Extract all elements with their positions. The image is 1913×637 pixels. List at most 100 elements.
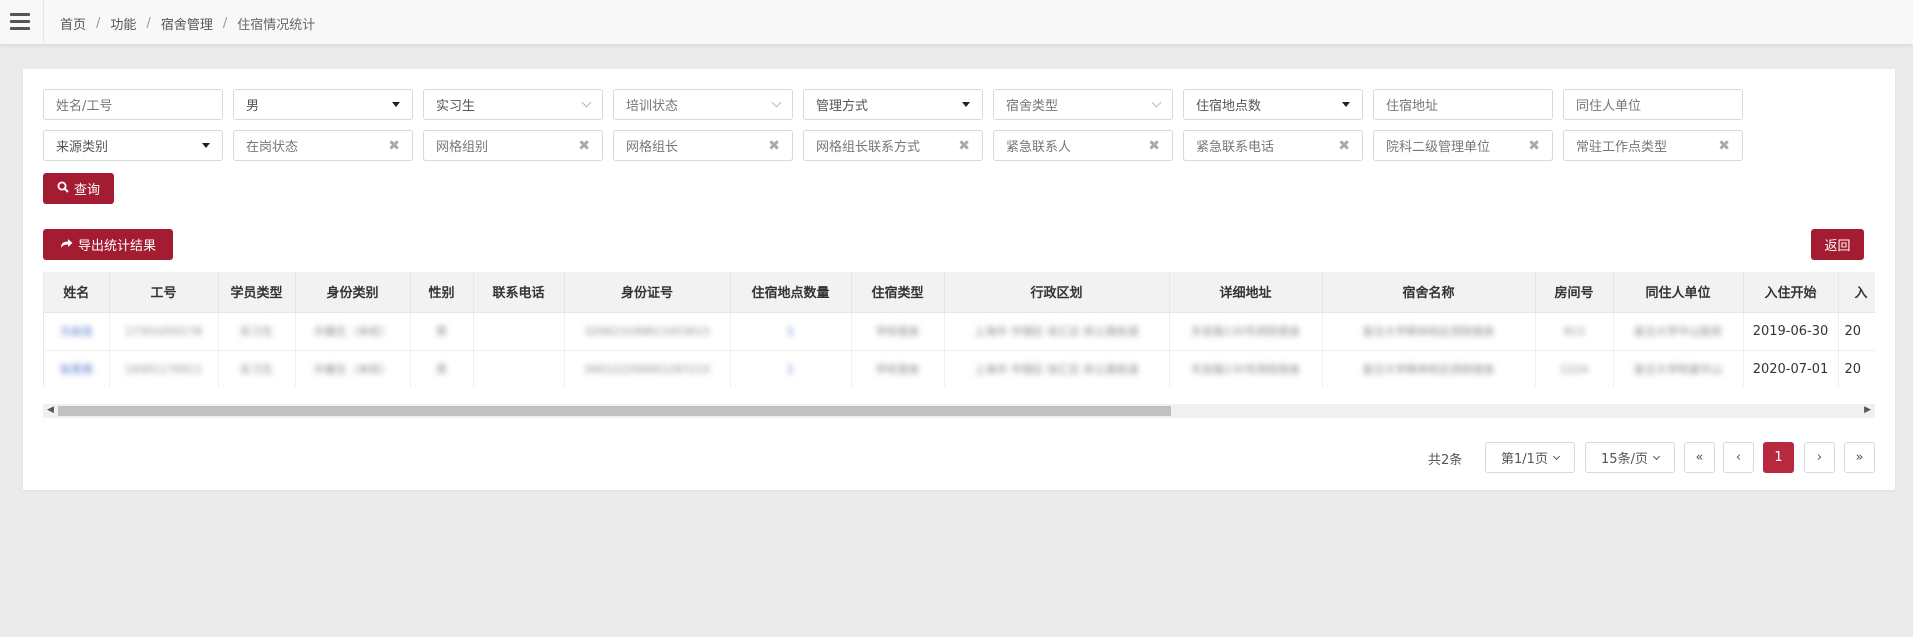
column-header[interactable]: 行政区划	[944, 272, 1170, 313]
back-button[interactable]: 返回	[1811, 229, 1864, 260]
table-cell: 上海市 市辖区 徐汇区 斜土路街道	[974, 363, 1139, 376]
column-header[interactable]: 身份证号	[564, 272, 731, 313]
column-header[interactable]: 学员类型	[218, 272, 296, 313]
breadcrumb-separator: /	[96, 16, 101, 31]
table-cell: 2019-06-30	[1752, 323, 1829, 339]
close-icon[interactable]: ✖	[958, 138, 970, 154]
page-select[interactable]: 第1/1页	[1485, 442, 1575, 473]
table-cell: 复旦大学枫林校区西院宿舍	[1362, 363, 1495, 376]
chevron-down-icon	[1342, 102, 1350, 107]
grid-leader-select[interactable]: 网格组长 ✖	[613, 130, 793, 161]
column-header[interactable]: 住宿类型	[851, 272, 945, 313]
grid-group-select[interactable]: 网格组别 ✖	[423, 130, 603, 161]
table-row: 方启佳 17301050178 实习生 外籍生（本校） 男 3206231998…	[44, 312, 1875, 351]
table-cell: 复旦大学中山医院	[1634, 325, 1722, 338]
dorm-count-link[interactable]: 1	[787, 325, 794, 338]
divider	[43, 0, 44, 45]
next-page-button[interactable]: ›	[1804, 442, 1835, 473]
table-header-row: 姓名 工号 学员类型 身份类别 性别 联系电话 身份证号 住宿地点数量 住宿类型…	[44, 272, 1875, 313]
first-page-button[interactable]: «	[1684, 442, 1715, 473]
training-status-select[interactable]: 培训状态	[613, 89, 793, 120]
name-input[interactable]: 姓名/工号	[43, 89, 223, 120]
page-1-button[interactable]: 1	[1763, 442, 1794, 473]
dorm-count-link[interactable]: 1	[787, 363, 794, 376]
last-page-button[interactable]: »	[1844, 442, 1875, 473]
column-header[interactable]: 工号	[109, 272, 219, 313]
column-header[interactable]: 入	[1838, 272, 1875, 313]
table-cell: 外籍生（本校）	[314, 325, 391, 338]
table-row: 张思雨 19301170011 实习生 外籍生（本校） 男 3401222000…	[44, 350, 1875, 387]
close-icon[interactable]: ✖	[1148, 138, 1160, 154]
breadcrumb-function[interactable]: 功能	[110, 14, 136, 33]
emergency-phone-select[interactable]: 紧急联系电话 ✖	[1183, 130, 1363, 161]
column-header[interactable]: 同住人单位	[1613, 272, 1744, 313]
chevron-down-icon	[771, 97, 782, 108]
main-card: 姓名/工号 男 实习生 培训状态 管理方式 宿舍类型 住宿地点数 住宿地址 同住…	[23, 69, 1895, 490]
table-cell: 20	[1844, 361, 1862, 377]
query-button[interactable]: 查询	[43, 173, 114, 204]
close-icon[interactable]: ✖	[388, 138, 400, 154]
column-header[interactable]: 宿舍名称	[1322, 272, 1536, 313]
table-cell: 实习生	[240, 363, 273, 376]
column-header[interactable]: 详细地址	[1169, 272, 1323, 313]
column-header[interactable]: 身份类别	[295, 272, 411, 313]
table-cell: 外籍生（本校）	[314, 363, 391, 376]
roommate-unit-input[interactable]: 同住人单位	[1563, 89, 1743, 120]
dorm-count-select[interactable]: 住宿地点数	[1183, 89, 1363, 120]
column-header[interactable]: 住宿地点数量	[730, 272, 852, 313]
dorm-type-select[interactable]: 宿舍类型	[993, 89, 1173, 120]
column-header[interactable]: 联系电话	[473, 272, 565, 313]
page-size-select[interactable]: 15条/页	[1585, 442, 1675, 473]
table-cell: 17301050178	[125, 324, 202, 338]
close-icon[interactable]: ✖	[1718, 138, 1730, 154]
table-cell: 上海市 市辖区 徐汇区 斜土路街道	[974, 325, 1139, 338]
column-header[interactable]: 入住开始	[1743, 272, 1839, 313]
horizontal-scrollbar[interactable]: ◀ ▶	[43, 404, 1875, 418]
manage-mode-select[interactable]: 管理方式	[803, 89, 983, 120]
gender-select[interactable]: 男	[233, 89, 413, 120]
table-cell: 913	[1563, 324, 1585, 338]
breadcrumb-dorm-management[interactable]: 宿舍管理	[161, 14, 213, 33]
breadcrumb-home[interactable]: 首页	[60, 14, 86, 33]
name-link[interactable]: 方启佳	[60, 323, 93, 339]
total-count: 共2条	[1428, 453, 1463, 468]
breadcrumb-current: 住宿情况统计	[237, 18, 316, 33]
scroll-right-icon[interactable]: ▶	[1864, 405, 1871, 415]
share-icon	[60, 238, 73, 252]
search-icon	[57, 181, 69, 196]
emergency-contact-select[interactable]: 紧急联系人 ✖	[993, 130, 1173, 161]
work-point-type-select[interactable]: 常驻工作点类型 ✖	[1563, 130, 1743, 161]
source-type-select[interactable]: 来源类别	[43, 130, 223, 161]
secondary-unit-select[interactable]: 院科二级管理单位 ✖	[1373, 130, 1553, 161]
table-cell: 学校宿舍	[875, 325, 920, 338]
chevron-down-icon	[1151, 97, 1162, 108]
breadcrumb: 首页 / 功能 / 宿舍管理 / 住宿情况统计	[60, 14, 315, 33]
table-cell: 实习生	[240, 325, 273, 338]
chevron-down-icon	[202, 143, 210, 148]
chevron-down-icon	[392, 102, 400, 107]
table-cell: 19301170011	[125, 362, 202, 376]
prev-page-button[interactable]: ‹	[1723, 442, 1754, 473]
onpost-status-select[interactable]: 在岗状态 ✖	[233, 130, 413, 161]
close-icon[interactable]: ✖	[1528, 138, 1540, 154]
grid-leader-phone-select[interactable]: 网格组长联系方式 ✖	[803, 130, 983, 161]
close-icon[interactable]: ✖	[1338, 138, 1350, 154]
column-header[interactable]: 性别	[410, 272, 474, 313]
table-cell: 34012220000128721X	[583, 362, 711, 376]
chevron-down-icon	[962, 102, 970, 107]
close-icon[interactable]: ✖	[768, 138, 780, 154]
dorm-address-input[interactable]: 住宿地址	[1373, 89, 1553, 120]
table-cell: 东安路130号西院宿舍	[1191, 325, 1300, 338]
name-link[interactable]: 张思雨	[60, 361, 93, 377]
breadcrumb-separator: /	[146, 16, 151, 31]
table-cell: 复旦大学附属华山	[1634, 363, 1722, 376]
student-type-select[interactable]: 实习生	[423, 89, 603, 120]
export-button[interactable]: 导出统计结果	[43, 229, 173, 260]
column-header[interactable]: 房间号	[1535, 272, 1614, 313]
close-icon[interactable]: ✖	[578, 138, 590, 154]
column-header[interactable]: 姓名	[44, 272, 110, 313]
scroll-left-icon[interactable]: ◀	[47, 405, 54, 415]
table-cell: 男	[436, 325, 447, 338]
scrollbar-thumb[interactable]	[58, 406, 1171, 416]
menu-icon[interactable]	[10, 13, 30, 31]
